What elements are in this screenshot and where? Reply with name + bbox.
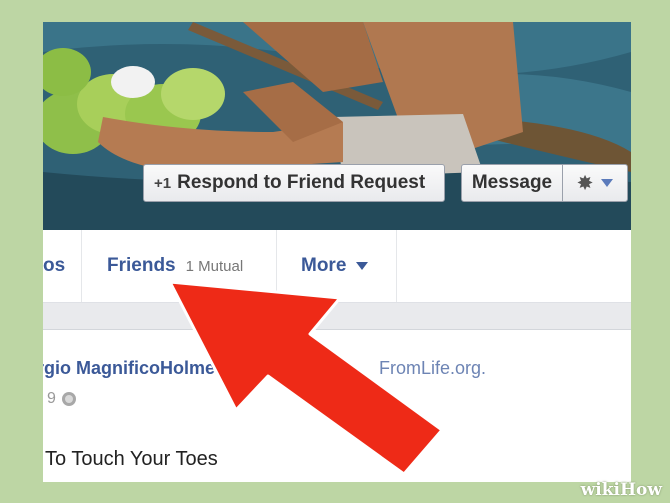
gear-icon: ✸ [577,172,593,193]
tab-photos-label: os [43,255,66,276]
message-button[interactable]: Message [461,164,563,202]
globe-icon [61,392,76,406]
tab-photos[interactable]: os [43,230,82,302]
facebook-profile-frame: +1 Respond to Friend Request Message ✸ o… [43,22,631,482]
chevron-down-icon [600,179,613,187]
tab-more[interactable]: More [277,230,397,302]
post-link-title[interactable]: To Touch Your Toes [45,448,218,471]
tab-friends-label: Friends [107,255,176,276]
post-author-link[interactable]: rgio MagnificoHolmes [43,358,225,379]
post-source-link[interactable]: FromLife.org. [379,358,486,379]
timeline-post: rgio MagnificoHolmes FromLife.org. l 9 T… [43,330,631,482]
tab-friends[interactable]: Friends 1 Mutual [81,230,277,302]
respond-to-friend-request-button[interactable]: +1 Respond to Friend Request [143,164,445,202]
post-timestamp[interactable]: l 9 [43,390,76,408]
mutual-friends-count: 1 Mutual [185,257,244,275]
tab-more-label: More [301,255,347,276]
message-button-label: Message [471,172,553,193]
profile-tabs: os Friends 1 Mutual More [43,230,631,303]
settings-dropdown-button[interactable]: ✸ [562,164,628,202]
add-friend-icon: +1 [154,174,172,192]
section-divider [43,303,631,330]
wikihow-watermark: wikiHow [580,480,662,500]
cover-photo: +1 Respond to Friend Request Message ✸ [43,22,631,230]
chevron-down-icon [356,262,369,270]
respond-button-label: Respond to Friend Request [177,172,426,193]
post-date-text: l 9 [43,390,56,407]
